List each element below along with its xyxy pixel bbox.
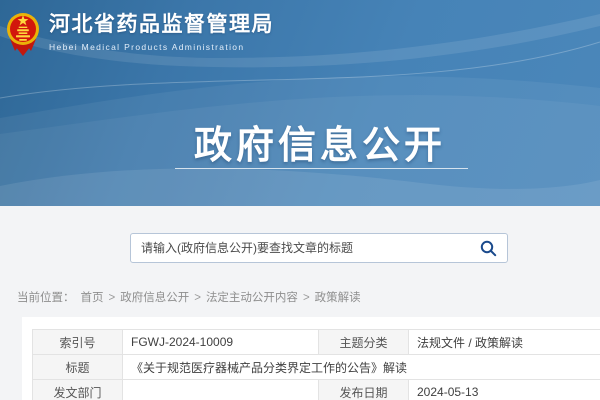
site-brand[interactable]: 河北省药品监督管理局 Hebei Medical Products Admini… [6, 9, 274, 57]
row-value-issuing-department [123, 380, 319, 400]
row-label-index-no: 索引号 [33, 330, 123, 355]
site-banner: 河北省药品监督管理局 Hebei Medical Products Admini… [0, 0, 600, 206]
table-row-department: 发文部门 发布日期 2024-05-13 [33, 380, 600, 400]
breadcrumb-item-statutory-disclosure[interactable]: 法定主动公开内容 [206, 292, 298, 304]
row-label-publish-date: 发布日期 [319, 380, 409, 400]
table-row-index: 索引号 FGWJ-2024-10009 主题分类 法规文件 / 政策解读 [33, 330, 600, 355]
search-button[interactable] [469, 234, 507, 262]
search-icon [480, 240, 497, 257]
org-name-en: Hebei Medical Products Administration [49, 42, 274, 52]
national-emblem-icon [6, 9, 40, 57]
search-input[interactable] [131, 234, 469, 262]
title-underline [175, 168, 468, 169]
breadcrumb: 当前位置： 首页 > 政府信息公开 > 法定主动公开内容 > 政策解读 [17, 289, 365, 305]
breadcrumb-item-home[interactable]: 首页 [81, 292, 104, 304]
breadcrumb-item-gov-info[interactable]: 政府信息公开 [120, 292, 189, 304]
page: 河北省药品监督管理局 Hebei Medical Products Admini… [0, 0, 600, 400]
search-box [130, 233, 508, 263]
content-card: 索引号 FGWJ-2024-10009 主题分类 法规文件 / 政策解读 标题 … [22, 317, 600, 400]
breadcrumb-item-policy-interpretation[interactable]: 政策解读 [315, 292, 361, 304]
row-value-title: 《关于规范医疗器械产品分类界定工作的公告》解读 [123, 355, 600, 380]
row-label-issuing-department: 发文部门 [33, 380, 123, 400]
breadcrumb-separator: > [109, 292, 116, 304]
brand-text: 河北省药品监督管理局 Hebei Medical Products Admini… [49, 9, 274, 52]
row-label-topic-category: 主题分类 [319, 330, 409, 355]
row-value-topic-category: 法规文件 / 政策解读 [409, 330, 600, 355]
document-info-table: 索引号 FGWJ-2024-10009 主题分类 法规文件 / 政策解读 标题 … [32, 329, 600, 400]
org-name-cn: 河北省药品监督管理局 [49, 13, 274, 37]
page-title: 政府信息公开 [20, 114, 600, 169]
row-value-publish-date: 2024-05-13 [409, 380, 600, 400]
row-label-title: 标题 [33, 355, 123, 380]
breadcrumb-prefix: 当前位置： [17, 292, 75, 304]
breadcrumb-separator: > [303, 292, 310, 304]
table-row-title: 标题 《关于规范医疗器械产品分类界定工作的公告》解读 [33, 355, 600, 380]
row-value-index-no: FGWJ-2024-10009 [123, 330, 319, 355]
breadcrumb-separator: > [194, 292, 201, 304]
